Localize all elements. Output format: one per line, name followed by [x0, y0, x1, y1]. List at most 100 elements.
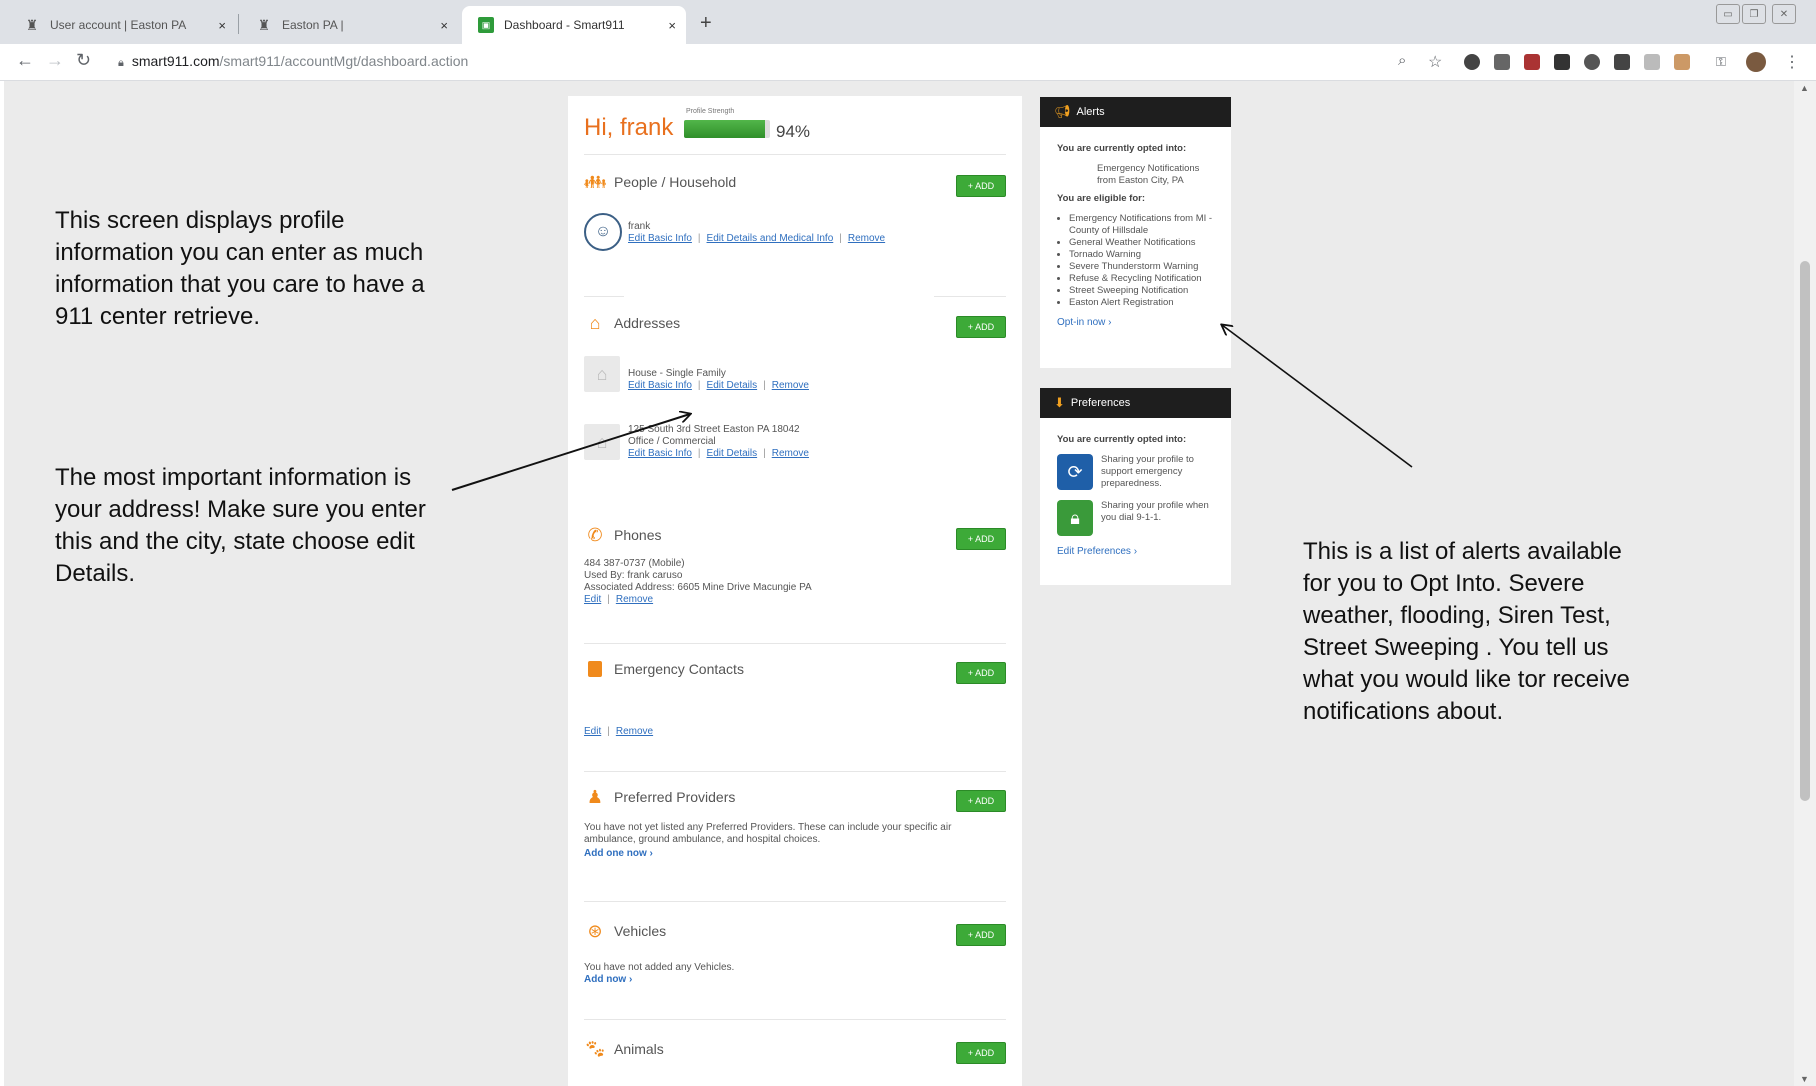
opt-in-link[interactable]: Opt-in now ›	[1057, 317, 1214, 329]
phone-used-by: Used By: frank caruso	[584, 570, 683, 581]
section-people: 👪︎ People / Household + ADD ☺ frank Edit…	[584, 154, 1006, 295]
tab-easton-pa[interactable]: ♜ Easton PA | ×	[240, 6, 458, 44]
edit-link[interactable]: Edit	[584, 594, 601, 605]
section-addresses: ⌂ Addresses + ADD ⌂ House - Single Famil…	[584, 296, 1006, 516]
contact-links: Edit | Remove	[584, 726, 653, 738]
alerts-panel: 📢︎ Alerts You are currently opted into: …	[1040, 97, 1231, 368]
phone-number: 484 387-0737 (Mobile)	[584, 558, 685, 569]
annotation-address: The most important information is your a…	[55, 464, 426, 587]
edit-basic-info-link[interactable]: Edit Basic Info	[628, 448, 692, 459]
section-title: Animals	[614, 1041, 664, 1057]
provider-person-icon: ♟	[586, 786, 604, 807]
scrollbar[interactable]: ▲ ▼	[1794, 81, 1816, 1086]
person-name: frank	[628, 221, 651, 232]
close-icon[interactable]: ×	[218, 18, 226, 33]
browser-toolbar: ← → ↻ 🔒︎ smart911.com/smart911/accountMgt…	[0, 44, 1816, 81]
add-animal-button[interactable]: + ADD	[956, 1042, 1006, 1064]
url-path: /smart911/accountMgt/dashboard.action	[219, 53, 469, 69]
address-item: 125 South 3rd Street Easton PA 18042 Off…	[628, 424, 809, 460]
edit-details-link[interactable]: Edit Details	[707, 448, 758, 459]
link-separator: |	[763, 448, 766, 459]
edit-basic-info-link[interactable]: Edit Basic Info	[628, 233, 692, 244]
section-phones: ✆ Phones + ADD 484 387-0737 (Mobile) Use…	[584, 516, 1006, 642]
preference-item: ⟳ Sharing your profile to support emerge…	[1057, 454, 1214, 490]
extension-icon[interactable]	[1674, 54, 1690, 70]
lock-icon: 🔒︎	[1057, 500, 1093, 536]
tab-dashboard[interactable]: ▣ Dashboard - Smart911 ×	[462, 6, 686, 44]
extension-circle-icon[interactable]	[1464, 54, 1480, 70]
vehicles-empty-text: You have not added any Vehicles.	[584, 962, 735, 973]
add-vehicle-link[interactable]: Add now ›	[584, 974, 632, 985]
address-line: 125 South 3rd Street Easton PA 18042	[628, 424, 800, 435]
key-icon[interactable]: ⚿	[1716, 54, 1726, 70]
section-title: Vehicles	[614, 923, 667, 939]
preferences-panel: ⬇ Preferences You are currently opted in…	[1040, 388, 1231, 585]
add-phone-button[interactable]: + ADD	[956, 528, 1006, 550]
add-address-button[interactable]: + ADD	[956, 316, 1006, 338]
extension-icon[interactable]	[1584, 54, 1600, 70]
remove-link[interactable]: Remove	[616, 594, 653, 605]
close-icon[interactable]: ×	[668, 18, 676, 33]
add-vehicle-button[interactable]: + ADD	[956, 924, 1006, 946]
close-window-icon[interactable]: ✕	[1772, 4, 1796, 24]
extension-icon[interactable]	[1554, 54, 1570, 70]
add-provider-button[interactable]: + ADD	[956, 790, 1006, 812]
remove-link[interactable]: Remove	[848, 233, 885, 244]
menu-icon[interactable]: ⋮	[1784, 52, 1800, 72]
remove-link[interactable]: Remove	[772, 448, 809, 459]
tab-label: Easton PA |	[282, 18, 344, 32]
extension-icon[interactable]	[1494, 54, 1510, 70]
link-separator: |	[697, 448, 701, 459]
reload-icon[interactable]: ↻	[76, 50, 91, 71]
eligible-item: Refuse & Recycling Notification	[1069, 273, 1214, 285]
paw-icon: 🐾︎	[583, 1038, 607, 1059]
scroll-down-icon[interactable]: ▼	[1800, 1074, 1809, 1084]
edit-details-link[interactable]: Edit Details	[707, 380, 758, 391]
section-header: ⊛ Vehicles	[584, 920, 666, 942]
add-person-button[interactable]: + ADD	[956, 175, 1006, 197]
refresh-circle-icon: ⟳	[1057, 454, 1093, 490]
eligible-heading: You are eligible for:	[1057, 193, 1145, 204]
address-bar[interactable]: 🔒︎ smart911.com/smart911/accountMgt/dashb…	[118, 53, 468, 70]
star-icon[interactable]: ☆	[1428, 52, 1442, 72]
section-header: Emergency Contacts	[584, 658, 744, 680]
zoom-icon[interactable]: ⌕	[1398, 52, 1406, 69]
link-separator: |	[839, 233, 842, 244]
address-type: Office / Commercial	[628, 436, 716, 447]
section-emergency-contacts: Emergency Contacts + ADD Edit | Remove	[584, 643, 1006, 772]
divider	[934, 296, 1006, 297]
restore-icon[interactable]: ❐	[1742, 4, 1766, 24]
remove-link[interactable]: Remove	[772, 380, 809, 391]
pdf-extension-icon[interactable]	[1524, 54, 1540, 70]
smart911-logo-icon: ▣	[478, 17, 494, 33]
edit-details-medical-link[interactable]: Edit Details and Medical Info	[707, 233, 834, 244]
scrollbar-thumb[interactable]	[1800, 261, 1810, 801]
close-icon[interactable]: ×	[440, 18, 448, 33]
back-arrow-icon[interactable]: ←	[16, 50, 34, 71]
extension-icon[interactable]	[1614, 54, 1630, 70]
section-title: Preferred Providers	[614, 789, 736, 805]
minimize-icon[interactable]: ▭	[1716, 4, 1740, 24]
person-entry: frank Edit Basic Info | Edit Details and M…	[628, 221, 885, 245]
preferences-header: ⬇ Preferences	[1040, 388, 1231, 418]
section-header: ♟ Preferred Providers	[584, 786, 735, 808]
profile-card: Hi, frank Profile Strength 94% 👪︎ People…	[568, 96, 1022, 1086]
add-provider-link[interactable]: Add one now ›	[584, 848, 653, 859]
remove-link[interactable]: Remove	[616, 726, 653, 737]
section-title: Emergency Contacts	[614, 661, 744, 677]
bird-logo-icon: ♜	[25, 16, 39, 33]
extension-icon[interactable]	[1644, 54, 1660, 70]
add-contact-button[interactable]: + ADD	[956, 662, 1006, 684]
edit-basic-info-link[interactable]: Edit Basic Info	[628, 380, 692, 391]
link-separator: |	[697, 233, 701, 244]
link-separator: |	[607, 594, 610, 605]
eligible-item: General Weather Notifications	[1069, 237, 1214, 249]
tab-user-account[interactable]: ♜ User account | Easton PA ×	[8, 6, 236, 44]
scroll-up-icon[interactable]: ▲	[1800, 83, 1809, 93]
building-thumbnail-icon: ⌂	[584, 424, 620, 460]
edit-link[interactable]: Edit	[584, 726, 601, 737]
new-tab-button[interactable]: +	[700, 12, 712, 35]
edit-preferences-link[interactable]: Edit Preferences ›	[1057, 546, 1214, 558]
avatar[interactable]	[1746, 52, 1766, 72]
forward-arrow-icon[interactable]: →	[46, 50, 64, 71]
